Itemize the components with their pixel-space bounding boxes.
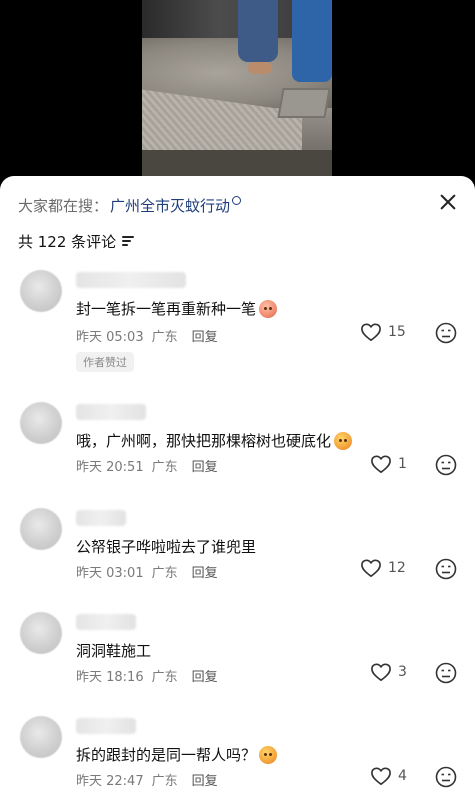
heart-icon xyxy=(361,559,381,578)
video-frame xyxy=(142,0,332,190)
author-liked-badge: 作者赞过 xyxy=(76,352,134,372)
comment-meta: 昨天 22:47 广东 回复 xyxy=(76,770,218,789)
comment-text: 哦，广州啊，那快把那棵榕树也硬底化 xyxy=(76,430,353,451)
avatar[interactable] xyxy=(20,508,62,550)
search-term-link[interactable]: 广州全市灭蚊行动 xyxy=(110,195,230,216)
avatar[interactable] xyxy=(20,716,62,758)
comment-time: 昨天 18:16 xyxy=(76,670,144,685)
close-icon[interactable] xyxy=(436,190,460,214)
comment-meta: 昨天 03:01 广东 回复 xyxy=(76,562,218,581)
reply-button[interactable]: 回复 xyxy=(192,456,218,475)
like-count: 15 xyxy=(388,324,406,340)
avatar[interactable] xyxy=(20,612,62,654)
heart-icon xyxy=(361,323,381,342)
pink-face-emoji-icon xyxy=(259,299,278,318)
username-blurred[interactable] xyxy=(76,718,136,734)
like-button[interactable]: 1 xyxy=(370,454,407,474)
comment-text-content: 封一笔拆一笔再重新种一笔 xyxy=(76,300,257,318)
comment-time: 昨天 03:01 xyxy=(76,566,144,581)
comment-time: 昨天 22:47 xyxy=(76,774,144,789)
comment-count-label: 共 122 条评论 xyxy=(18,232,117,251)
comment-text: 公帑银子哗啦啦去了谁兜里 xyxy=(76,536,256,557)
dislike-face-icon[interactable] xyxy=(435,454,457,476)
username-blurred[interactable] xyxy=(76,272,186,288)
dislike-face-icon[interactable] xyxy=(435,322,457,344)
heart-icon xyxy=(371,767,391,786)
avatar[interactable] xyxy=(20,270,62,312)
search-prefix: 大家都在搜： xyxy=(18,196,109,215)
comment-time: 昨天 20:51 xyxy=(76,460,144,475)
comment-text-content: 拆的跟封的是同一帮人吗？ xyxy=(76,746,257,764)
reply-button[interactable]: 回复 xyxy=(192,666,218,685)
search-suggestion[interactable]: 大家都在搜： 广州全市灭蚊行动 xyxy=(18,194,242,216)
reply-button[interactable]: 回复 xyxy=(192,326,218,345)
like-count: 3 xyxy=(398,664,407,680)
like-button[interactable]: 12 xyxy=(360,558,406,578)
orange-face-emoji-icon xyxy=(259,745,278,764)
username-blurred[interactable] xyxy=(76,404,146,420)
orange-face-emoji-icon xyxy=(334,431,353,450)
comment-text-content: 哦，广州啊，那快把那棵榕树也硬底化 xyxy=(76,432,332,450)
search-icon xyxy=(232,195,242,205)
reply-button[interactable]: 回复 xyxy=(192,562,218,581)
heart-icon xyxy=(371,663,391,682)
like-count: 12 xyxy=(388,560,406,576)
username-blurred[interactable] xyxy=(76,510,126,526)
comment-count: 共 122 条评论 xyxy=(18,230,135,252)
like-button[interactable]: 3 xyxy=(370,662,407,682)
like-count: 4 xyxy=(398,768,407,784)
comment-location: 广东 xyxy=(151,566,178,581)
heart-icon xyxy=(371,455,391,474)
comment-sheet: 大家都在搜： 广州全市灭蚊行动 共 122 条评论 封一笔拆一笔再重新种一笔 昨… xyxy=(0,176,475,800)
reply-button[interactable]: 回复 xyxy=(192,770,218,789)
dislike-face-icon[interactable] xyxy=(435,558,457,580)
avatar[interactable] xyxy=(20,402,62,444)
video-player[interactable] xyxy=(0,0,475,190)
dislike-face-icon[interactable] xyxy=(435,662,457,684)
comment-meta: 昨天 05:03 广东 回复 xyxy=(76,326,218,345)
comment-meta: 昨天 18:16 广东 回复 xyxy=(76,666,218,685)
like-count: 1 xyxy=(398,456,407,472)
comment-location: 广东 xyxy=(151,330,178,345)
comment-text: 拆的跟封的是同一帮人吗？ xyxy=(76,744,278,765)
comment-time: 昨天 05:03 xyxy=(76,330,144,345)
comment-location: 广东 xyxy=(151,460,178,475)
comment-text-content: 洞洞鞋施工 xyxy=(76,642,152,660)
comment-text: 洞洞鞋施工 xyxy=(76,640,151,661)
comment-text: 封一笔拆一笔再重新种一笔 xyxy=(76,298,278,319)
dislike-face-icon[interactable] xyxy=(435,766,457,788)
comment-text-content: 公帑银子哗啦啦去了谁兜里 xyxy=(76,538,257,556)
like-button[interactable]: 4 xyxy=(370,766,407,786)
comment-location: 广东 xyxy=(151,774,178,789)
comment-meta: 昨天 20:51 广东 回复 xyxy=(76,456,218,475)
like-button[interactable]: 15 xyxy=(360,322,406,342)
sort-icon[interactable] xyxy=(122,236,135,246)
username-blurred[interactable] xyxy=(76,614,136,630)
comment-location: 广东 xyxy=(151,670,178,685)
